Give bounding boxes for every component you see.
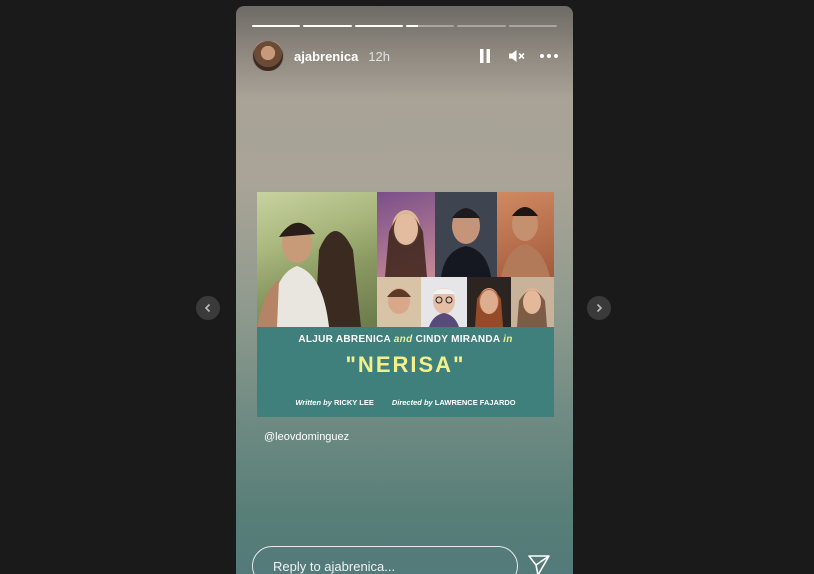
director-name: LAWRENCE FAJARDO bbox=[434, 398, 516, 407]
movie-poster: ALJUR ABRENICA and CINDY MIRANDA in "NER… bbox=[257, 192, 554, 417]
cast-photo-6 bbox=[467, 277, 511, 327]
mention-tag[interactable]: @leovdominguez bbox=[264, 431, 349, 443]
reply-box[interactable] bbox=[252, 546, 518, 574]
mute-button[interactable] bbox=[507, 46, 527, 66]
progress-segment bbox=[303, 25, 352, 27]
movie-title: "NERISA" bbox=[345, 352, 466, 377]
mute-icon bbox=[509, 50, 525, 62]
progress-fill bbox=[252, 25, 301, 27]
story-progress bbox=[252, 25, 557, 27]
lead-actress-name: CINDY MIRANDA bbox=[415, 334, 501, 345]
post-time: 12h bbox=[368, 48, 391, 64]
story-viewer[interactable]: ajabrenica 12h ALJUR ABRENICA and CINDY … bbox=[236, 6, 573, 574]
avatar[interactable] bbox=[252, 40, 284, 72]
written-by-label: Written by bbox=[295, 398, 332, 407]
chevron-left-icon bbox=[204, 303, 211, 313]
progress-segment bbox=[252, 25, 301, 27]
poster-photos bbox=[257, 192, 554, 327]
progress-fill bbox=[405, 25, 419, 27]
progress-fill bbox=[354, 25, 403, 27]
cast-photo-2 bbox=[435, 192, 497, 277]
cast-photo-5 bbox=[421, 277, 467, 327]
cast-photo-3 bbox=[497, 192, 554, 277]
story-header: ajabrenica 12h bbox=[252, 40, 559, 72]
reply-input[interactable] bbox=[273, 558, 497, 574]
lead-couple-photo bbox=[257, 192, 377, 327]
next-story-button[interactable] bbox=[587, 296, 611, 320]
writer-name: RICKY LEE bbox=[333, 398, 374, 407]
pause-icon bbox=[480, 49, 490, 63]
progress-segment bbox=[354, 25, 403, 27]
progress-segment bbox=[457, 25, 506, 27]
send-icon bbox=[528, 555, 550, 574]
progress-fill bbox=[303, 25, 352, 27]
previous-story-button[interactable] bbox=[196, 296, 220, 320]
poster-cast-caption: ALJUR ABRENICA and CINDY MIRANDA in bbox=[257, 334, 554, 345]
caption-in: in bbox=[503, 334, 513, 345]
cast-photo-1 bbox=[377, 192, 435, 277]
story-controls bbox=[475, 46, 559, 66]
username[interactable]: ajabrenica bbox=[294, 49, 358, 64]
lead-actor-name: ALJUR ABRENICA bbox=[298, 334, 391, 345]
caption-and: and bbox=[393, 334, 413, 345]
pause-button[interactable] bbox=[475, 46, 495, 66]
cast-photo-7 bbox=[511, 277, 554, 327]
chevron-right-icon bbox=[596, 303, 603, 313]
more-options-button[interactable] bbox=[539, 46, 559, 66]
progress-segment bbox=[405, 25, 455, 27]
stage: ajabrenica 12h ALJUR ABRENICA and CINDY … bbox=[0, 0, 814, 574]
cast-photo-4 bbox=[377, 277, 421, 327]
send-button[interactable] bbox=[526, 552, 552, 574]
more-icon bbox=[540, 54, 558, 58]
poster-credits: Written by RICKY LEE Directed by LAWRENC… bbox=[257, 398, 554, 407]
progress-segment bbox=[508, 25, 557, 27]
directed-by-label: Directed by bbox=[391, 398, 433, 407]
